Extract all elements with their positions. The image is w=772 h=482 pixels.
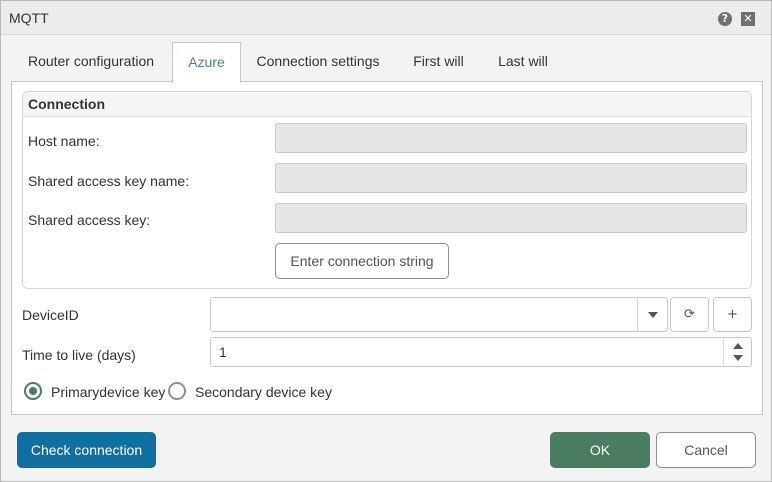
device-id-combobox[interactable] <box>210 297 668 332</box>
add-device-button[interactable]: + <box>713 297 752 332</box>
secondary-device-key-radio[interactable] <box>168 382 186 400</box>
chevron-down-icon[interactable] <box>637 298 667 331</box>
tab-first-will[interactable]: First will <box>396 42 481 82</box>
host-name-field[interactable] <box>275 123 747 153</box>
shared-access-key-field[interactable] <box>275 203 747 233</box>
connection-group-title: Connection <box>28 96 105 112</box>
help-icon[interactable]: ? <box>718 12 732 26</box>
connection-group-header: Connection <box>23 92 751 117</box>
ok-button[interactable]: OK <box>550 432 650 468</box>
refresh-button[interactable]: ⟳ <box>670 297 709 332</box>
tab-router-configuration[interactable]: Router configuration <box>11 42 171 82</box>
azure-panel: Connection Host name: Shared access key … <box>11 81 763 415</box>
close-icon[interactable]: ✕ <box>741 12 755 26</box>
check-connection-button[interactable]: Check connection <box>17 432 156 468</box>
cancel-button[interactable]: Cancel <box>656 432 756 468</box>
stepper-buttons[interactable] <box>723 338 751 366</box>
shared-access-key-name-label: Shared access key name: <box>28 173 190 189</box>
primary-device-key-radio[interactable] <box>24 382 42 400</box>
title-bar[interactable]: MQTT ? ✕ <box>1 1 771 35</box>
chevron-up-icon[interactable] <box>733 343 743 349</box>
time-to-live-label: Time to live (days) <box>22 347 136 363</box>
mqtt-dialog: MQTT ? ✕ Router configuration Azure Conn… <box>0 0 772 482</box>
tab-azure[interactable]: Azure <box>172 42 241 83</box>
enter-connection-string-button[interactable]: Enter connection string <box>275 243 449 279</box>
shared-access-key-name-field[interactable] <box>275 163 747 193</box>
time-to-live-stepper[interactable]: 1 <box>210 337 752 367</box>
plus-icon: + <box>727 307 738 322</box>
tab-connection-settings[interactable]: Connection settings <box>243 42 393 82</box>
host-name-label: Host name: <box>28 133 100 149</box>
chevron-down-icon[interactable] <box>733 355 743 361</box>
secondary-device-key-label[interactable]: Secondary device key <box>195 384 332 400</box>
tab-last-will[interactable]: Last will <box>483 42 563 82</box>
refresh-icon: ⟳ <box>684 307 695 322</box>
connection-group: Connection Host name: Shared access key … <box>22 91 752 289</box>
primary-device-key-label[interactable]: Primarydevice key <box>51 384 165 400</box>
device-id-label: DeviceID <box>22 307 79 323</box>
time-to-live-value: 1 <box>219 344 227 360</box>
window-title: MQTT <box>9 10 49 26</box>
shared-access-key-label: Shared access key: <box>28 212 151 228</box>
